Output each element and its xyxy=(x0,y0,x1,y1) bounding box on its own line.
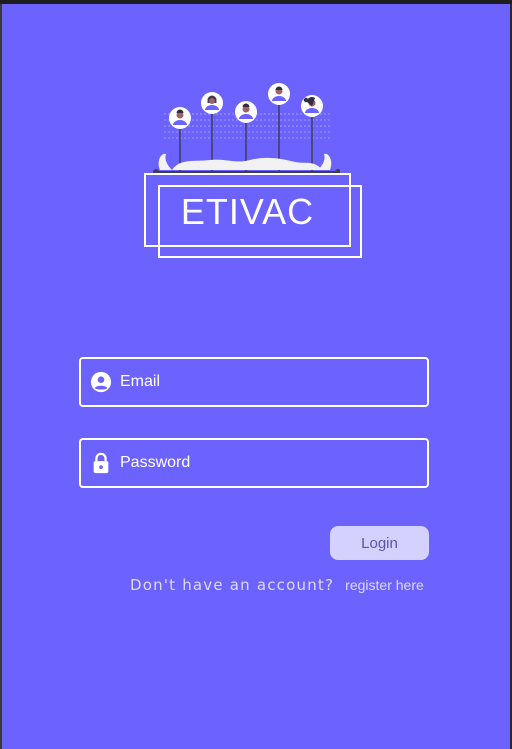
team-people-illustration xyxy=(153,83,340,175)
logo-frame: ETIVAC xyxy=(144,173,351,247)
login-button[interactable]: Login xyxy=(330,526,429,560)
register-link[interactable]: register here xyxy=(345,577,424,593)
password-input[interactable] xyxy=(120,440,427,486)
email-input[interactable] xyxy=(120,359,427,405)
email-field[interactable] xyxy=(79,357,429,407)
account-circle-icon xyxy=(90,371,112,393)
lock-icon xyxy=(90,452,112,474)
app-logo-text: ETIVAC xyxy=(180,191,315,232)
register-row: Don't have an account? register here xyxy=(130,576,424,594)
password-field[interactable] xyxy=(79,438,429,488)
no-account-text: Don't have an account? xyxy=(130,576,335,594)
